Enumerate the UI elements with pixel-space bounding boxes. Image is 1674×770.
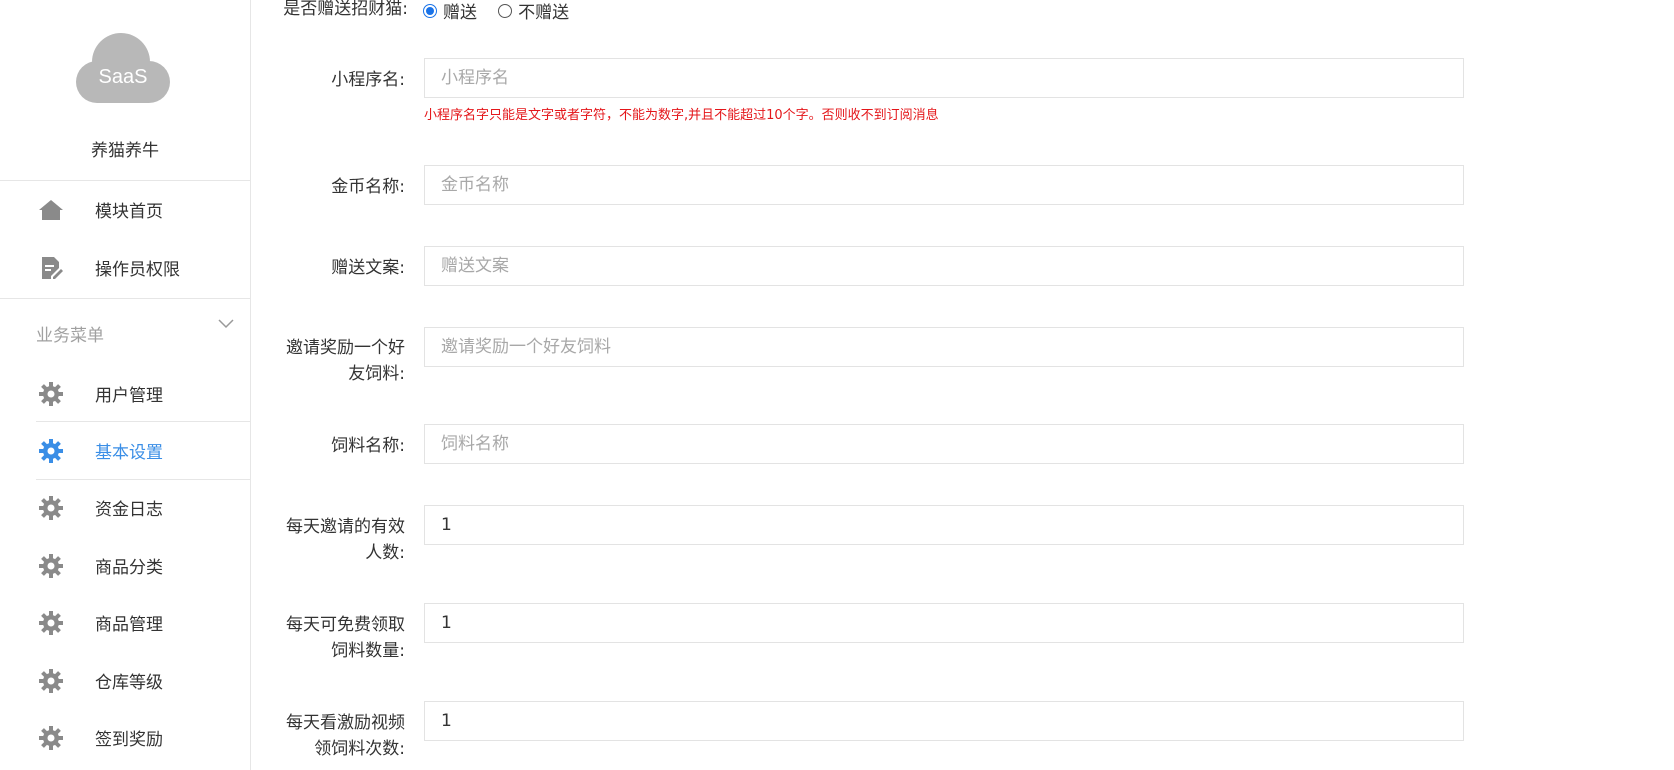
chevron-down-icon — [218, 319, 234, 329]
daily-video-feed-input[interactable] — [424, 701, 1464, 741]
daily-free-feed-label: 每天可免费领取 饲料数量: — [255, 612, 405, 664]
no-gift-radio-label: 不赠送 — [518, 3, 570, 23]
gear-icon — [39, 726, 63, 750]
nav-item-fund-log[interactable]: 资金日志 — [0, 478, 250, 534]
daily-invites-label-line1: 每天邀请的有效 — [286, 517, 405, 537]
app-name: 养猫养牛 — [91, 141, 159, 161]
daily-invites-label-line2: 人数: — [365, 543, 405, 563]
daily-free-feed-label-line2: 饲料数量: — [331, 641, 405, 661]
daily-video-feed-label-line1: 每天看激励视频 — [286, 713, 405, 733]
mini-program-name-label: 小程序名: — [331, 70, 405, 90]
invite-reward-input[interactable] — [424, 327, 1464, 367]
nav-item-user-management[interactable]: 用户管理 — [0, 364, 250, 420]
divider — [0, 298, 250, 299]
daily-video-feed-label-line2: 领饲料次数: — [314, 739, 405, 759]
gear-icon — [39, 439, 63, 463]
daily-invites-label: 每天邀请的有效 人数: — [255, 514, 405, 566]
feed-name-input[interactable] — [424, 424, 1464, 464]
nav-item-label: 用户管理 — [95, 386, 163, 406]
gift-copy-input[interactable] — [424, 246, 1464, 286]
home-icon — [39, 200, 63, 220]
coin-name-input[interactable] — [424, 165, 1464, 205]
feed-name-label: 饲料名称: — [331, 436, 405, 456]
nav-item-label: 操作员权限 — [95, 260, 180, 280]
invite-reward-label-line1: 邀请奖励一个好 — [286, 338, 405, 358]
sidebar: SaaS 养猫养牛 模块首页 操作员权限 业务菜单 用户管理 基本设置 资金日志… — [0, 0, 251, 770]
daily-free-feed-input[interactable] — [424, 603, 1464, 643]
gear-icon — [39, 611, 63, 635]
mini-program-name-hint: 小程序名字只能是文字或者字符，不能为数字,并且不能超过10个字。否则收不到订阅消… — [424, 108, 939, 123]
gear-icon — [39, 382, 63, 406]
gear-icon — [39, 554, 63, 578]
gift-radio[interactable] — [423, 3, 437, 18]
nav-item-label: 签到奖励 — [95, 730, 163, 750]
nav-item-basic-settings[interactable]: 基本设置 — [0, 421, 250, 477]
nav-item-product-management[interactable]: 商品管理 — [0, 593, 250, 649]
gear-icon — [39, 669, 63, 693]
menu-group-business[interactable]: 业务菜单 — [0, 302, 250, 362]
daily-invites-input[interactable] — [424, 505, 1464, 545]
no-gift-radio[interactable] — [498, 3, 513, 18]
nav-item-checkin-reward[interactable]: 签到奖励 — [0, 708, 250, 764]
nav-item-label: 仓库等级 — [95, 673, 163, 693]
invite-reward-label-line2: 友饲料: — [348, 364, 405, 384]
gift-radio-label: 赠送 — [443, 3, 477, 23]
document-edit-icon — [42, 257, 63, 279]
daily-video-feed-label: 每天看激励视频 领饲料次数: — [255, 710, 405, 762]
nav-item-label: 资金日志 — [95, 500, 163, 520]
nav-item-module-home[interactable]: 模块首页 — [0, 180, 250, 236]
gift-cat-label: 是否赠送招财猫: — [283, 0, 408, 19]
nav-item-label: 商品管理 — [95, 615, 163, 635]
daily-free-feed-label-line1: 每天可免费领取 — [286, 615, 405, 635]
gift-copy-label: 赠送文案: — [331, 258, 405, 278]
saas-logo: SaaS — [75, 32, 171, 104]
nav-item-label: 基本设置 — [95, 443, 163, 463]
nav-item-product-category[interactable]: 商品分类 — [0, 536, 250, 592]
gift-cat-radio-group: 赠送 不赠送 — [423, 0, 585, 23]
nav-item-label: 模块首页 — [95, 202, 163, 222]
menu-group-label: 业务菜单 — [36, 326, 104, 346]
logo-text: SaaS — [99, 66, 148, 88]
nav-item-label: 商品分类 — [95, 558, 163, 578]
coin-name-label: 金币名称: — [331, 177, 405, 197]
invite-reward-label: 邀请奖励一个好 友饲料: — [255, 335, 405, 387]
nav-item-warehouse-level[interactable]: 仓库等级 — [0, 651, 250, 707]
mini-program-name-input[interactable] — [424, 58, 1464, 98]
gear-icon — [39, 496, 63, 520]
nav-item-operator-permissions[interactable]: 操作员权限 — [0, 238, 250, 294]
